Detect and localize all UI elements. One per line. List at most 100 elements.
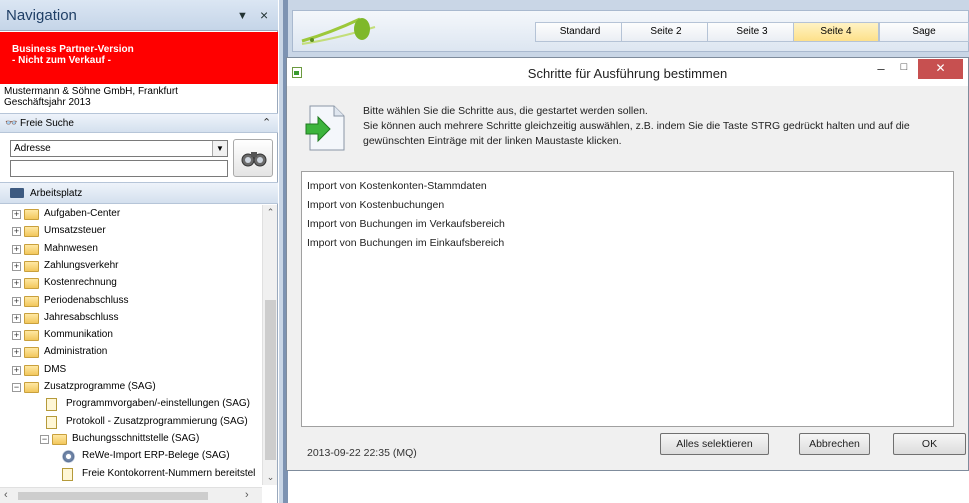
cancel-button[interactable]: Abbrechen [799, 433, 870, 455]
dialog-instructions: Bitte wählen Sie die Schritte aus, die g… [363, 104, 953, 149]
tree-node[interactable]: + Periodenabschluss [0, 293, 262, 310]
business-partner-banner: Business Partner-Version - Nicht zum Ver… [0, 32, 278, 84]
tab-label: Seite 3 [736, 26, 768, 37]
list-item[interactable]: Import von Kostenkonten-Stammdaten [302, 177, 953, 196]
tree-expander-icon[interactable]: + [12, 348, 21, 358]
tab-standard[interactable]: Standard [535, 22, 625, 42]
tree-node-label: ReWe-Import ERP-Belege (SAG) [82, 450, 230, 462]
tree-node[interactable]: + Kommunikation [0, 327, 262, 344]
tree-expander-icon[interactable]: + [12, 296, 21, 306]
tree-node[interactable]: + DMS [0, 362, 262, 379]
tree-vertical-scrollbar[interactable]: ⌃ ⌄ [262, 205, 277, 485]
tab-label: Standard [559, 26, 601, 37]
navigation-header: Navigation ▼ × [0, 0, 278, 31]
ok-button[interactable]: OK [893, 433, 966, 455]
tree-node-label: Umsatzsteuer [44, 225, 106, 237]
tree-expander-icon[interactable]: + [12, 331, 21, 341]
tree-expander-icon[interactable]: − [40, 434, 49, 444]
main-content-area [288, 470, 969, 503]
select-all-button[interactable]: Alles selektieren [660, 433, 769, 455]
tree-node[interactable]: Programmvorgaben/-einstellungen (SAG) [0, 396, 262, 413]
tree-node[interactable]: + Administration [0, 344, 262, 361]
steps-listbox[interactable]: Import von Kostenkonten-Stammdaten Impor… [301, 171, 954, 427]
document-arrow-icon [305, 105, 345, 151]
tree-node-label: Freie Kontokorrent-Nummern bereitstel [82, 467, 256, 479]
tab-label: Sage [912, 26, 936, 37]
folder-icon [24, 347, 39, 359]
tree-node[interactable]: − Zusatzprogramme (SAG) [0, 379, 262, 396]
navigation-dropdown-icon[interactable]: ▼ [237, 10, 248, 22]
dialog-title: Schritte für Ausführung bestimmen [527, 66, 728, 81]
collapse-chevron-icon[interactable]: ⌃ [262, 116, 271, 129]
binoculars-icon [241, 152, 267, 167]
company-name: Mustermann & Söhne GmbH, Frankfurt [4, 86, 178, 97]
tree-node-label: Buchungsschnittstelle (SAG) [72, 432, 200, 444]
folder-icon [24, 278, 39, 290]
instruction-line-3: gewünschten Einträge mit der linken Maus… [363, 135, 622, 147]
tab-sage[interactable]: Sage [879, 22, 969, 42]
folder-icon [52, 433, 67, 445]
tree-node-label: Aufgaben-Center [44, 208, 121, 219]
fiscal-year: Geschäftsjahr 2013 [4, 97, 91, 108]
tree-expander-icon[interactable]: + [12, 365, 21, 375]
free-search-header[interactable]: 👓 Freie Suche ⌃ [0, 113, 278, 133]
tree-node[interactable]: + Jahresabschluss [0, 310, 262, 327]
tree-expander-icon[interactable]: + [12, 244, 21, 254]
tab-seite-4[interactable]: Seite 4 [793, 22, 879, 42]
tree-node-label: Programmvorgaben/-einstellungen (SAG) [66, 398, 250, 410]
tree-expander-icon[interactable]: − [12, 383, 21, 392]
tree-node[interactable]: + Mahnwesen [0, 241, 262, 258]
scroll-right-icon[interactable]: › [245, 489, 249, 501]
search-input[interactable] [10, 160, 228, 177]
tree-node[interactable]: Freie Kontokorrent-Nummern bereitstel [0, 466, 262, 483]
document-icon [62, 467, 73, 481]
workspace-header[interactable]: Arbeitsplatz [0, 182, 278, 204]
select-arrow-icon[interactable]: ▼ [212, 141, 227, 156]
tree-expander-icon[interactable]: + [12, 261, 21, 271]
minimize-icon[interactable]: – [871, 61, 891, 79]
search-section-icon: 👓 [5, 118, 18, 129]
dialog-titlebar[interactable]: Schritte für Ausführung bestimmen – □ ✕ [287, 58, 968, 86]
tab-seite-2[interactable]: Seite 2 [621, 22, 711, 42]
tree-node[interactable]: + Kostenrechnung [0, 275, 262, 292]
search-button[interactable] [233, 139, 273, 177]
tree-node-label: DMS [44, 363, 67, 375]
list-item[interactable]: Import von Kostenbuchungen [302, 196, 953, 215]
tree-node[interactable]: ReWe-Import ERP-Belege (SAG) [0, 448, 262, 465]
workspace-icon [10, 188, 24, 198]
tree-horizontal-scrollbar[interactable]: ‹ › [0, 487, 262, 503]
address-select[interactable]: Adresse ▼ [10, 140, 228, 157]
tree-expander-icon[interactable]: + [12, 210, 21, 219]
tree-expander-icon[interactable]: + [12, 227, 21, 237]
tree-node[interactable]: − Buchungsschnittstelle (SAG) [0, 431, 262, 448]
scroll-down-icon[interactable]: ⌄ [263, 472, 278, 483]
maximize-icon[interactable]: □ [894, 61, 914, 79]
tab-seite-3[interactable]: Seite 3 [707, 22, 797, 42]
tree-node[interactable]: + Umsatzsteuer [0, 223, 262, 240]
tree-node[interactable]: + Aufgaben-Center [0, 206, 262, 223]
tree-expander-icon[interactable]: + [12, 313, 21, 323]
list-item[interactable]: Import von Buchungen im Verkaufsbereich [302, 215, 953, 234]
tree-node[interactable]: Protokoll - Zusatzprogrammierung (SAG) [0, 414, 262, 431]
gear-icon [62, 450, 75, 464]
folder-icon [24, 209, 39, 220]
hscroll-thumb[interactable] [18, 492, 208, 500]
scroll-left-icon[interactable]: ‹ [4, 489, 8, 501]
tree-node-label: Zusatzprogramme (SAG) [44, 381, 156, 392]
close-button[interactable]: ✕ [918, 59, 963, 79]
navigation-close-icon[interactable]: × [260, 7, 268, 23]
tab-label: Seite 4 [820, 26, 852, 37]
document-icon [46, 415, 57, 429]
workspace-label: Arbeitsplatz [30, 188, 83, 199]
scroll-up-icon[interactable]: ⌃ [263, 207, 278, 218]
scroll-thumb[interactable] [265, 300, 276, 460]
navigation-title: Navigation [6, 7, 77, 24]
tree-node-label: Jahresabschluss [44, 311, 119, 323]
tree-node-label: Administration [44, 346, 108, 358]
folder-icon [24, 226, 39, 238]
list-item[interactable]: Import von Buchungen im Einkaufsbereich [302, 234, 953, 253]
tree-node[interactable]: + Zahlungsverkehr [0, 258, 262, 275]
folder-icon [24, 295, 39, 307]
tree-expander-icon[interactable]: + [12, 279, 21, 289]
folder-icon [24, 364, 39, 376]
